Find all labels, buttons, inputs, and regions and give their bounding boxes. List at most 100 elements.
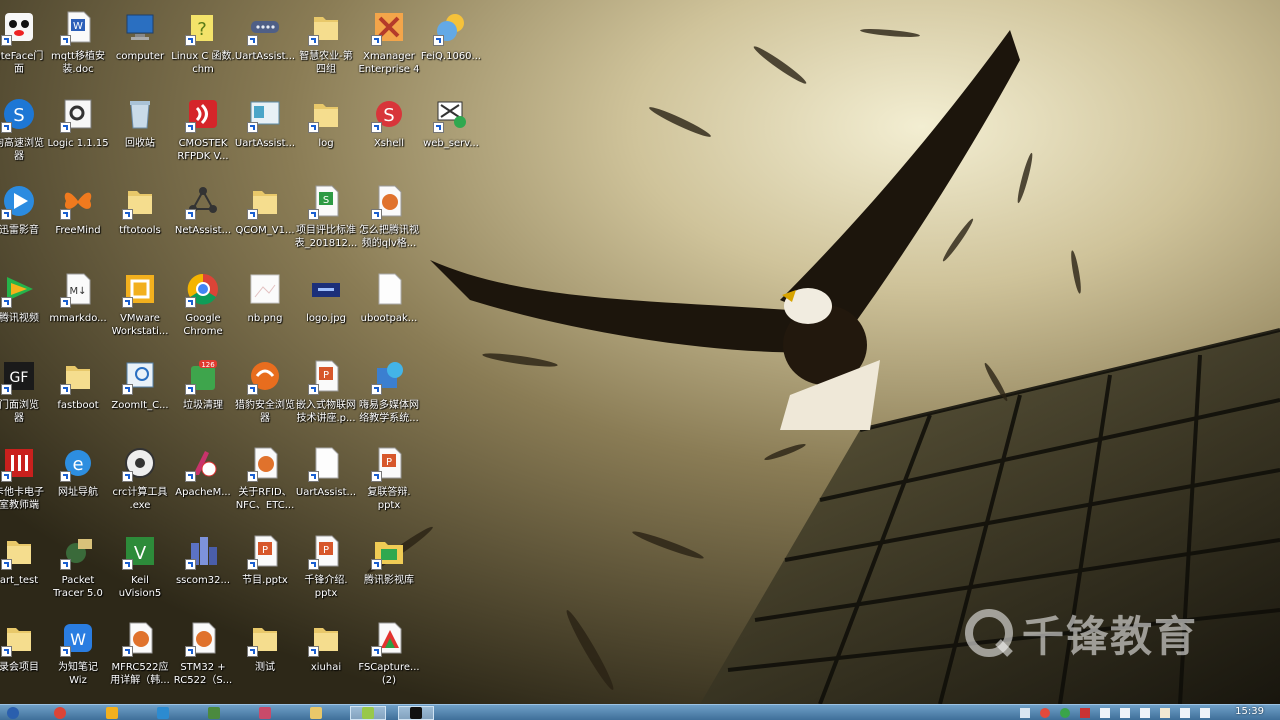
desktop-icon-label: 猎豹安全浏览 器 [235, 400, 295, 424]
svg-text:M↓: M↓ [69, 286, 86, 297]
desktop-icon-ie-nav[interactable]: e 网址导航 [45, 440, 111, 524]
desktop-icon-vmware[interactable]: VMware Workstati... [107, 266, 173, 350]
desktop-icon-recycle-bin[interactable]: 回收站 [107, 91, 173, 175]
ubootpak-icon [371, 270, 407, 308]
desktop-icon-qianfeng-pptx[interactable]: P 千锋介绍. pptx [293, 528, 359, 612]
desktop-icon-label: sscom32... [175, 575, 231, 586]
taskbar-clock[interactable]: 15:39 [1235, 706, 1264, 718]
desktop-icon-ubootpak[interactable]: ubootpak... [356, 266, 422, 350]
taskbar-xmind[interactable] [145, 706, 181, 720]
svg-text:S: S [13, 105, 24, 126]
taskbar-app-8[interactable] [398, 706, 434, 720]
desktop-icon-apache[interactable]: ApacheM... [170, 440, 236, 524]
cmostek-icon [185, 95, 221, 133]
tray-app-icon[interactable] [1080, 708, 1090, 718]
freemind-icon [60, 182, 96, 220]
desktop-icon-wiz[interactable]: W 为知笔记 Wiz [45, 615, 111, 699]
desktop-icon-stm32[interactable]: STM32 + RC522（S... [170, 615, 236, 699]
desktop-icon-mqtt-doc[interactable]: Wmqtt移植安 装.doc [45, 4, 111, 88]
xiuhai-icon [308, 619, 344, 657]
desktop-icon-tftotools[interactable]: tftotools [107, 178, 173, 262]
desktop-icon-label: 垃圾清理 [183, 400, 223, 411]
desktop-icon-label: MFRC522应 用详解（韩... [110, 662, 170, 686]
desktop-icon-tencent-lib[interactable]: 腾讯影视库 [356, 528, 422, 612]
taskbar-app-5[interactable] [247, 706, 283, 720]
desktop-icon-netassist[interactable]: NetAssist... [170, 178, 236, 262]
desktop-icon-multimedia[interactable]: 嗨易多媒体网 络教学系统... [356, 353, 422, 437]
desktop-icon-label: 网址导航 [58, 487, 98, 498]
desktop-icon-crc[interactable]: crc计算工具 .exe [107, 440, 173, 524]
desktop-icon-chrome[interactable]: Google Chrome [170, 266, 236, 350]
desktop-icon-mfrc522[interactable]: MFRC522应 用详解（韩... [107, 615, 173, 699]
desktop-icon-rfid[interactable]: 关于RFID、 NFC、ETC... [232, 440, 298, 524]
desktop-icon-xiuhai[interactable]: xiuhai [293, 615, 359, 699]
desktop-icon-feiq[interactable]: FeiQ.1060... [418, 4, 484, 88]
shortcut-arrow-icon [60, 559, 71, 570]
tray-volume-icon[interactable] [1140, 708, 1150, 718]
desktop-icon-linux-c-chm[interactable]: ? Linux C 函数. chm [170, 4, 236, 88]
desktop-icon-jiemu-pptx[interactable]: P 节目.pptx [232, 528, 298, 612]
shortcut-arrow-icon [122, 471, 133, 482]
desktop-icon-qcom[interactable]: QCOM_V1... [232, 178, 298, 262]
xmanager-icon [371, 8, 407, 46]
desktop-icon-uartassist-3[interactable]: UartAssist... [293, 440, 359, 524]
desktop-icon-smart-agriculture[interactable]: 智慧农业-第 四组 [293, 4, 359, 88]
shortcut-arrow-icon [185, 209, 196, 220]
desktop-icon-zoomit[interactable]: ZoomIt_C... [107, 353, 173, 437]
tray-network-icon[interactable] [1120, 708, 1130, 718]
desktop-icon-cmostek[interactable]: CMOSTEK RFPDK V... [170, 91, 236, 175]
desktop-icon-cleaner[interactable]: 126 垃圾清理 [170, 353, 236, 437]
tray-input-icon[interactable] [1020, 708, 1030, 718]
tray-green-icon[interactable] [1060, 708, 1070, 718]
desktop-icon-label: Linux C 函数. chm [171, 51, 235, 75]
desktop-icon-label: nb.png [247, 313, 283, 324]
chrome-icon [185, 270, 221, 308]
taskbar-app-4[interactable] [196, 706, 232, 720]
desktop-icon-keil[interactable]: V Keil uVision5 [107, 528, 173, 612]
recycle-bin-icon [122, 95, 158, 133]
desktop-icon-test-folder[interactable]: 测试 [232, 615, 298, 699]
tray-sogou-icon[interactable] [1040, 708, 1050, 718]
desktop-icon-iot-ppt[interactable]: P 嵌入式物联网 技术讲座.p... [293, 353, 359, 437]
shortcut-arrow-icon [371, 209, 382, 220]
tencent-lib-icon [371, 532, 407, 570]
desktop-icon-logic[interactable]: Logic 1.1.15 [45, 91, 111, 175]
desktop-icon-computer[interactable]: computer [107, 4, 173, 88]
tray-monitor-icon[interactable] [1100, 708, 1110, 718]
watermark-text: 千锋教育 [1022, 611, 1199, 661]
project-xls-icon: S [308, 182, 344, 220]
desktop-icon-fulian-pptx[interactable]: P 复联答辩. pptx [356, 440, 422, 524]
shortcut-arrow-icon [247, 646, 258, 657]
desktop-icon-uartassist-1[interactable]: UartAssist... [232, 4, 298, 88]
folder-icon [310, 707, 322, 719]
desktop-icon-logo-jpg[interactable]: logo.jpg [293, 266, 359, 350]
desktop-icon-qlv-doc[interactable]: 怎么把腾讯视 频的qlv格... [356, 178, 422, 262]
desktop-icon-nb-png[interactable]: nb.png [232, 266, 298, 350]
shortcut-arrow-icon [247, 559, 258, 570]
fastboot-icon [60, 357, 96, 395]
shortcut-arrow-icon [308, 471, 319, 482]
tray-shield-icon[interactable] [1200, 708, 1210, 718]
desktop-icon-log[interactable]: log [293, 91, 359, 175]
shortcut-arrow-icon [1, 646, 12, 657]
taskbar-explorer[interactable] [298, 706, 334, 720]
desktop-icon-sscom[interactable]: sscom32... [170, 528, 236, 612]
tray-flag-icon[interactable] [1160, 708, 1170, 718]
taskbar-app-7[interactable] [350, 706, 386, 720]
taskbar-start-button[interactable] [0, 706, 26, 720]
tray-speaker-icon[interactable] [1180, 708, 1190, 718]
desktop-icon-project-xls[interactable]: S 项目评比标准 表_201812... [293, 178, 359, 262]
desktop-icon-freemind[interactable]: FreeMind [45, 178, 111, 262]
desktop-icon-uartassist-2[interactable]: UartAssist... [232, 91, 298, 175]
desktop-icon-fastboot[interactable]: fastboot [45, 353, 111, 437]
desktop-icon-liebao[interactable]: 猎豹安全浏览 器 [232, 353, 298, 437]
taskbar-chrome[interactable] [42, 706, 78, 720]
desktop-icon-label: VMware Workstati... [111, 313, 169, 337]
taskbar-vmware[interactable] [94, 706, 130, 720]
desktop-icon-web-serv[interactable]: web_serv... [418, 91, 484, 175]
desktop-icon-packet-tracer[interactable]: Packet Tracer 5.0 [45, 528, 111, 612]
desktop-icon-mmarkdown[interactable]: M↓ mmarkdo... [45, 266, 111, 350]
desktop-icon-fscapture[interactable]: FSCapture... (2) [356, 615, 422, 699]
desktop-icon-xmanager[interactable]: Xmanager Enterprise 4 [356, 4, 422, 88]
desktop-icon-xshell[interactable]: S Xshell [356, 91, 422, 175]
